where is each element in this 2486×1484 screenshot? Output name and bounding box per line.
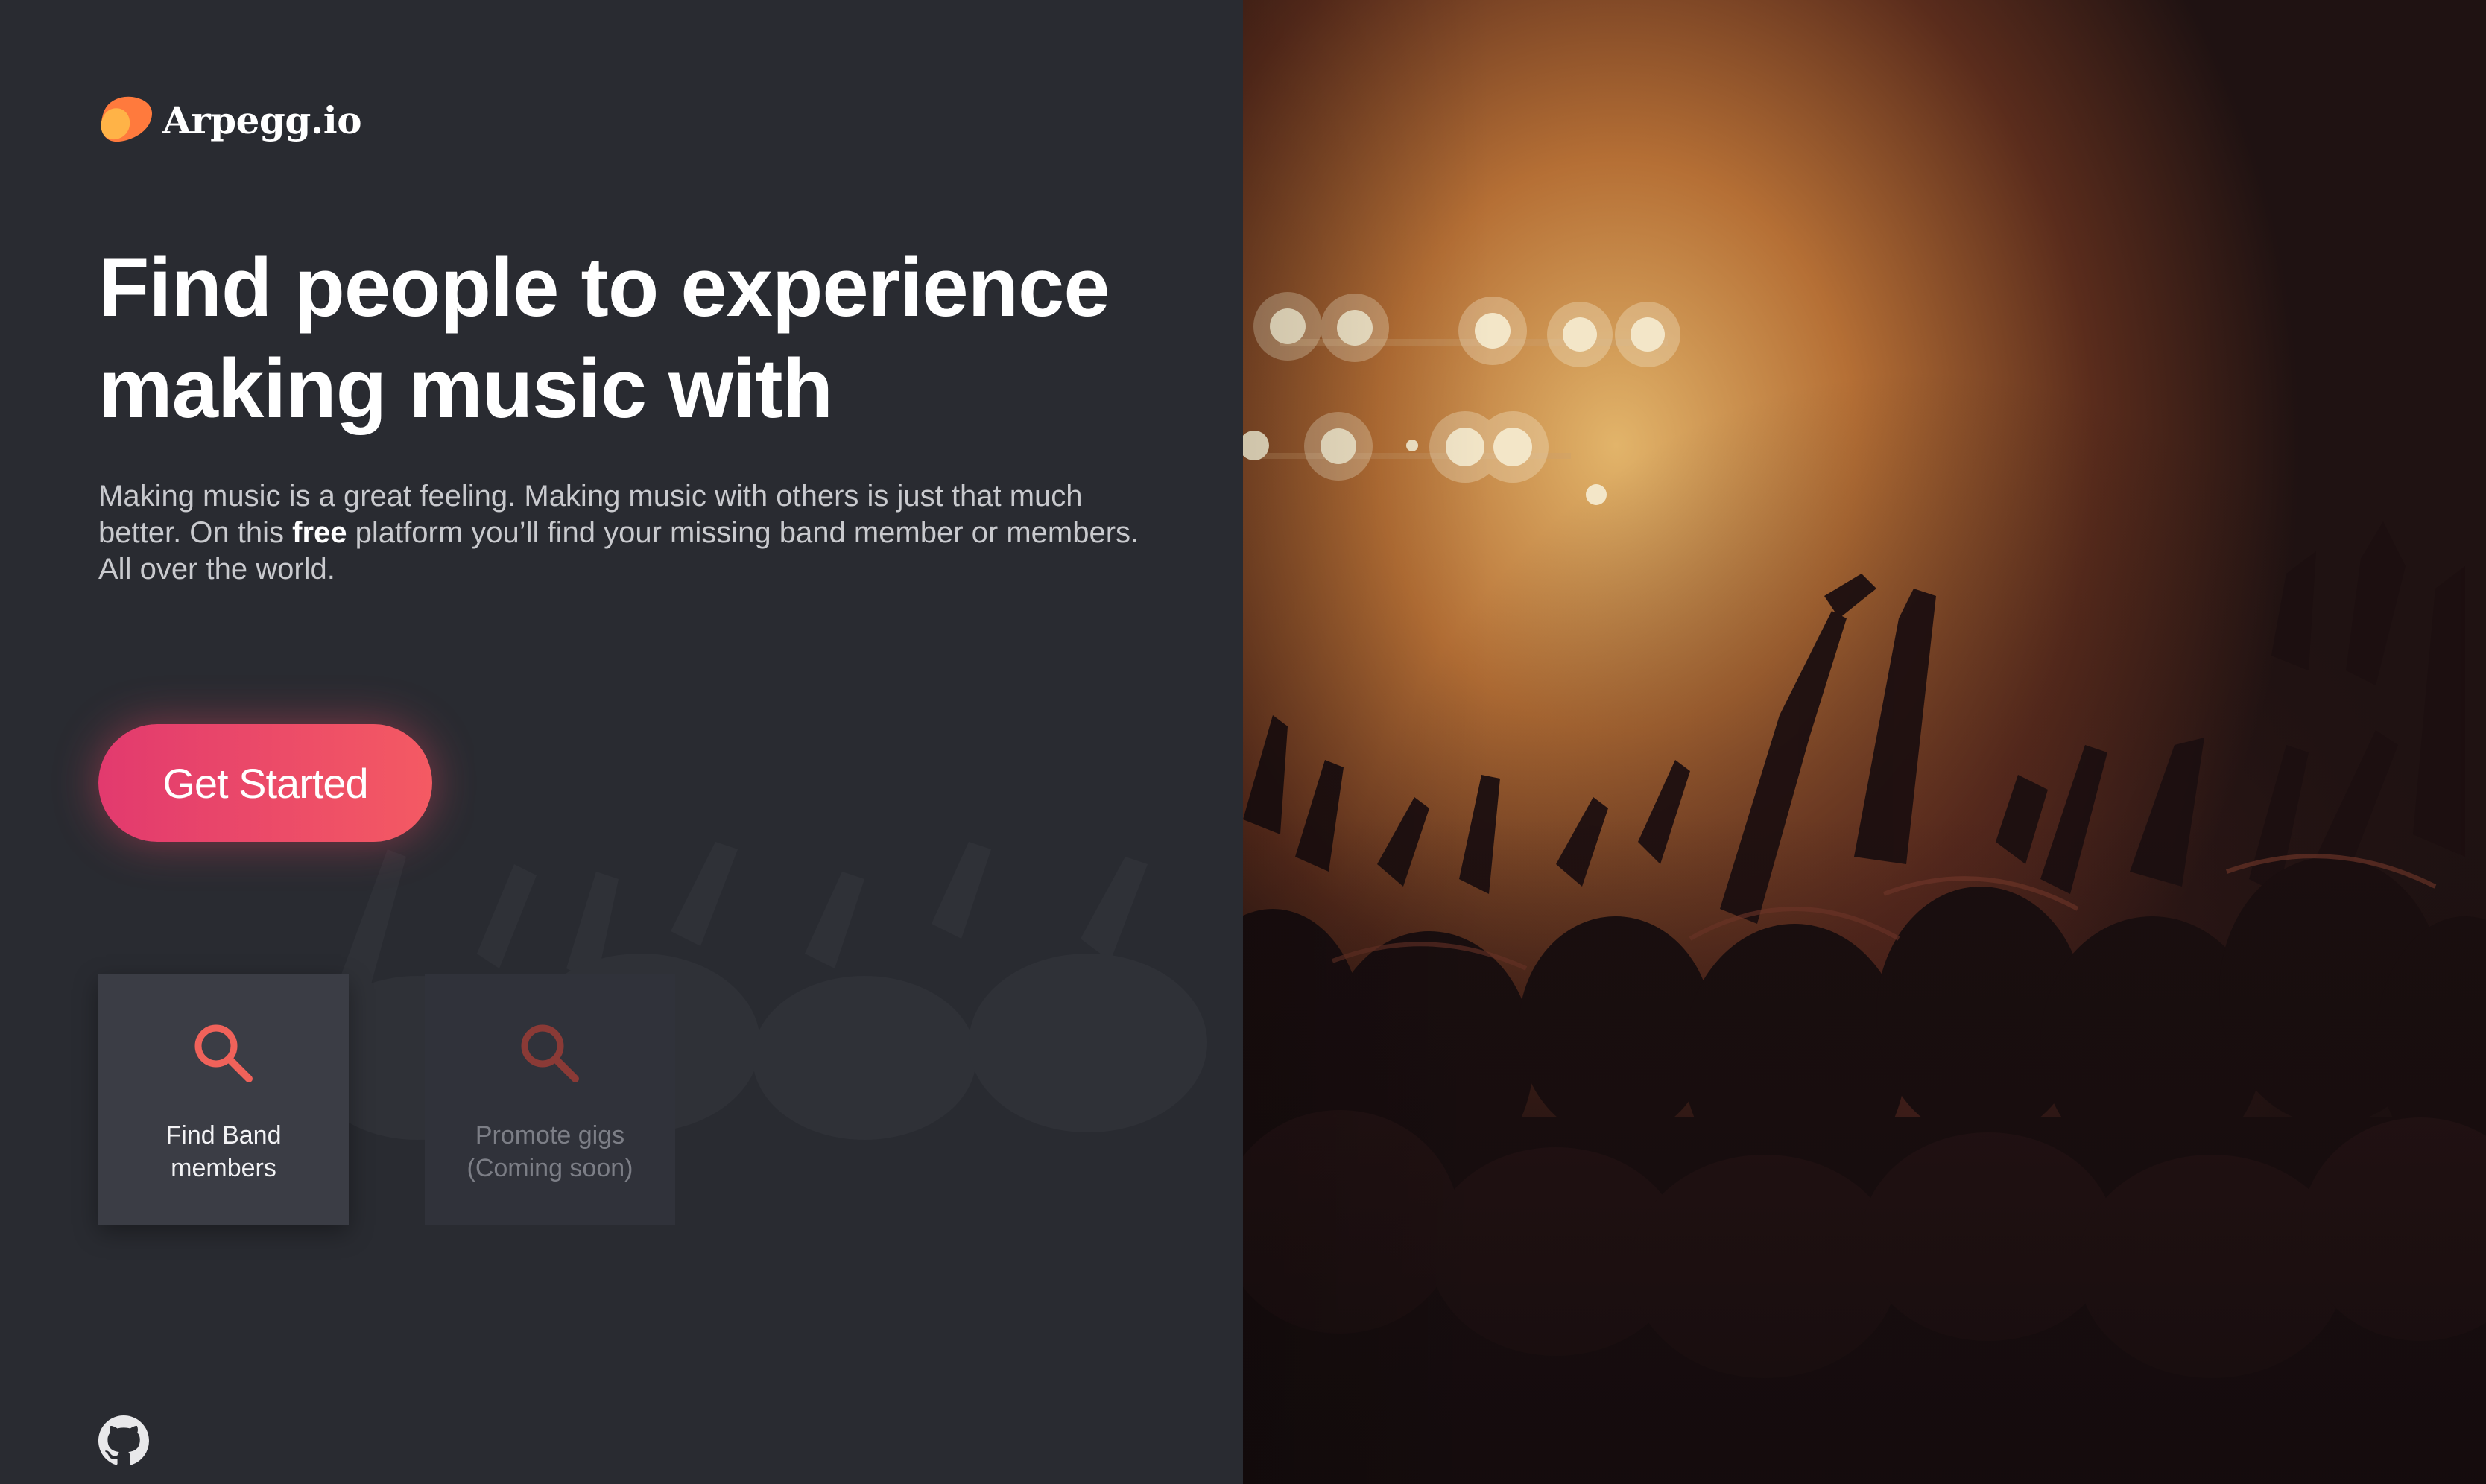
orange-blob-logo-icon <box>101 96 152 142</box>
concert-crowd-image <box>1243 0 2486 1484</box>
landing-page: Arpegg.io Find people to experience maki… <box>0 0 2486 1484</box>
page-title: Find people to experience making music w… <box>98 237 1179 440</box>
intro-paragraph: Making music is a great feeling. Making … <box>98 478 1142 588</box>
get-started-button[interactable]: Get Started <box>98 724 432 842</box>
github-link[interactable] <box>98 1415 149 1466</box>
tile-label-line-1: Promote gigs <box>475 1121 625 1150</box>
brand-logo[interactable]: Arpegg.io <box>98 94 362 146</box>
headline-line-2: making music with <box>98 342 833 435</box>
tile-label-line-1: Find Band <box>165 1121 282 1150</box>
find-band-members-tile[interactable]: Find Band members <box>98 974 349 1225</box>
hero-panel: Arpegg.io Find people to experience maki… <box>0 0 1243 1484</box>
search-icon <box>521 1024 579 1082</box>
intro-bold-free: free <box>292 516 347 549</box>
github-icon <box>98 1415 149 1465</box>
headline-line-1: Find people to experience <box>98 241 1110 334</box>
tile-label-line-2: (Coming soon) <box>466 1154 633 1182</box>
brand-name: Arpegg.io <box>162 98 362 142</box>
promote-gigs-label: Promote gigs (Coming soon) <box>438 1119 662 1185</box>
tile-label-line-2: members <box>171 1154 276 1182</box>
promote-gigs-tile: Promote gigs (Coming soon) <box>425 974 675 1225</box>
find-band-members-label: Find Band members <box>112 1119 335 1185</box>
search-icon <box>194 1024 253 1082</box>
